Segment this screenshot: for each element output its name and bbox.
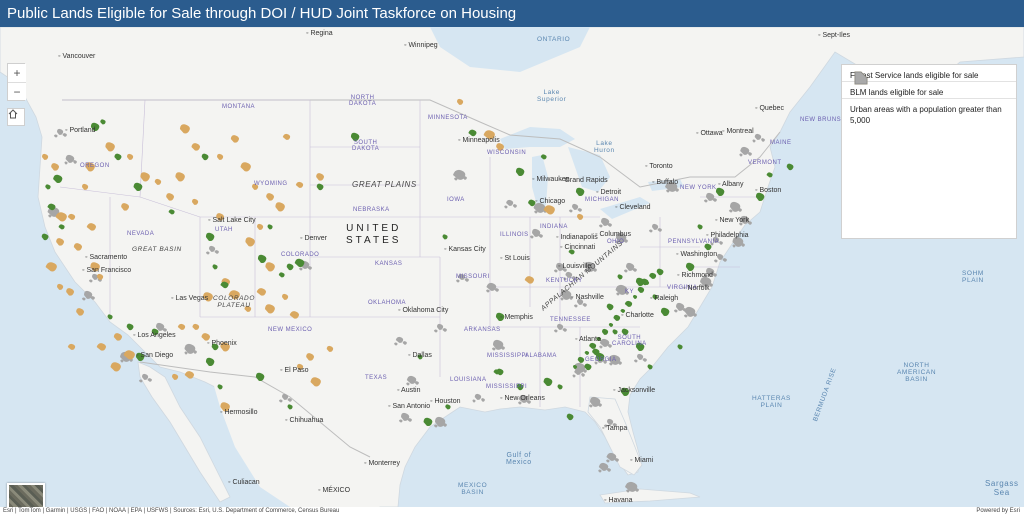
home-button[interactable] xyxy=(7,108,25,126)
forest-service-parcel[interactable] xyxy=(566,413,574,421)
urban-area[interactable] xyxy=(81,297,86,301)
blm-parcel[interactable] xyxy=(67,343,76,350)
blm-parcel[interactable] xyxy=(96,343,107,351)
powered-by-esri[interactable]: Powered by Esri xyxy=(976,507,1020,516)
blm-parcel[interactable] xyxy=(110,362,121,372)
page-title: Public Lands Eligible for Sale through D… xyxy=(7,5,517,22)
blm-parcel[interactable] xyxy=(76,308,85,316)
legend-label: BLM lands eligible for sale xyxy=(850,88,944,97)
legend-item-urban: Urban areas with a population greater th… xyxy=(842,71,1016,126)
legend-label: Forest Service lands eligible for sale xyxy=(850,71,979,80)
legend-swatch-urban xyxy=(854,71,868,85)
blm-parcel[interactable] xyxy=(113,333,123,341)
legend-label: Urban areas with a population greater th… xyxy=(850,105,1002,125)
urban-area[interactable] xyxy=(722,258,727,262)
legend-panel: Forest Service lands eligible for sale B… xyxy=(841,64,1017,239)
zoom-in-button[interactable]: + xyxy=(8,64,26,82)
zoom-out-button[interactable]: − xyxy=(8,82,26,100)
blm-parcel[interactable] xyxy=(45,262,57,272)
blm-parcel[interactable] xyxy=(57,283,64,290)
urban-area[interactable] xyxy=(433,424,438,428)
urban-area[interactable] xyxy=(741,243,745,247)
forest-service-parcel[interactable] xyxy=(677,344,683,350)
home-icon xyxy=(8,109,18,119)
urban-area[interactable] xyxy=(606,468,611,472)
cuba-land xyxy=(599,488,701,504)
map-view[interactable]: UNITED STATES GREAT PLAINS GREAT BASIN C… xyxy=(0,27,1024,507)
forest-service-parcel[interactable] xyxy=(41,233,49,241)
forest-service-parcel[interactable] xyxy=(135,352,145,361)
urban-area[interactable] xyxy=(747,221,752,225)
app-header: Public Lands Eligible for Sale through D… xyxy=(0,0,1024,27)
zoom-controls: + − xyxy=(7,63,26,101)
blm-parcel[interactable] xyxy=(66,288,75,296)
urban-area[interactable] xyxy=(598,469,602,473)
blm-parcel[interactable] xyxy=(172,373,179,380)
forest-service-parcel[interactable] xyxy=(786,163,794,171)
attribution-bar: Esri | TomTom | Garmin | USGS | FAO | NO… xyxy=(0,507,1024,516)
urban-area[interactable] xyxy=(606,459,610,463)
attribution-sources: Esri | TomTom | Garmin | USGS | FAO | NO… xyxy=(3,508,340,514)
basemap-toggle-button[interactable] xyxy=(7,483,45,507)
